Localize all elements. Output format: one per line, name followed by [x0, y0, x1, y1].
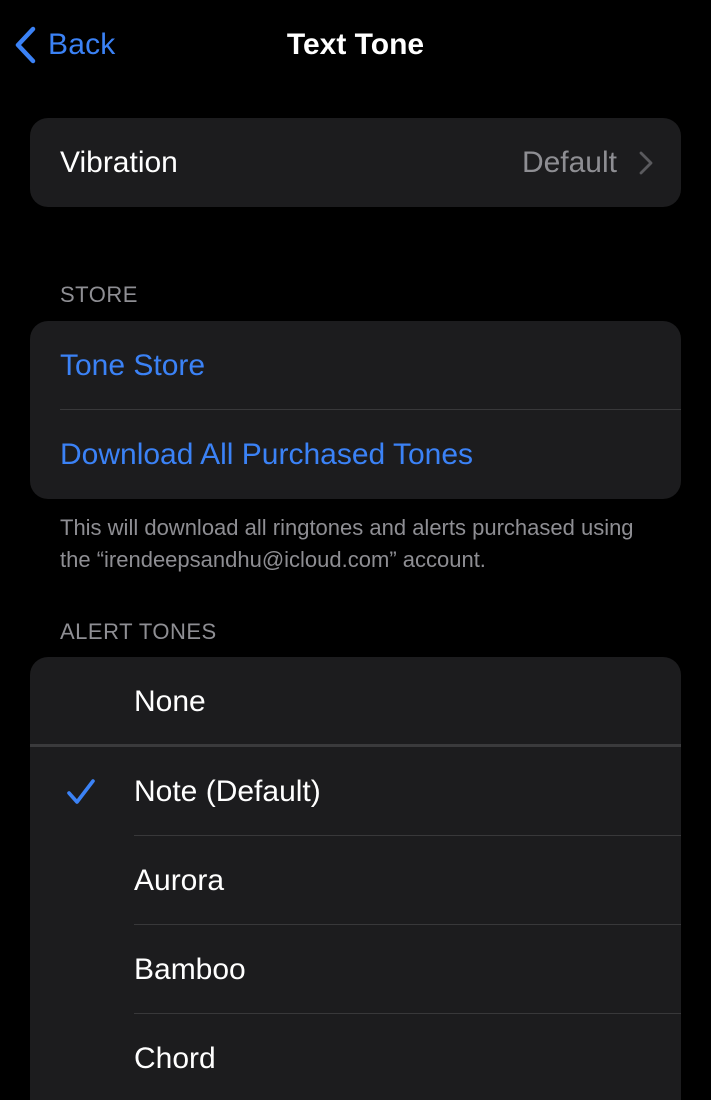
- text-tone-screen: Back Text Tone Vibration Default STORE T…: [0, 0, 711, 1100]
- back-button-label: Back: [48, 28, 116, 61]
- tone-row-aurora[interactable]: Aurora: [30, 836, 681, 925]
- vibration-group: Vibration Default: [30, 118, 681, 207]
- tone-label: Chord: [134, 1041, 216, 1075]
- chevron-right-icon: [639, 151, 653, 174]
- tone-label: None: [134, 685, 206, 718]
- vibration-label: Vibration: [60, 145, 178, 179]
- tone-row-bamboo[interactable]: Bamboo: [30, 925, 681, 1014]
- tone-label: Note (Default): [134, 774, 321, 808]
- tone-store-row[interactable]: Tone Store: [30, 321, 681, 410]
- tone-label: Aurora: [134, 863, 225, 897]
- vibration-value: Default: [521, 145, 617, 179]
- back-button[interactable]: Back: [14, 22, 116, 68]
- store-section-header: STORE: [60, 282, 138, 307]
- store-group: Tone Store Download All Purchased Tones: [30, 321, 681, 499]
- vibration-row[interactable]: Vibration Default: [30, 118, 681, 207]
- alert-tones-group: None Note (Default) Aurora Bamboo Chord: [30, 657, 681, 1100]
- store-footer-note: This will download all ringtones and ale…: [60, 515, 634, 572]
- tone-row-none[interactable]: None: [30, 657, 681, 747]
- navigation-bar: Back Text Tone: [0, 0, 711, 92]
- tone-label: Bamboo: [134, 952, 246, 986]
- tone-row-chord[interactable]: Chord: [30, 1014, 681, 1100]
- download-all-purchased-link[interactable]: Download All Purchased Tones: [60, 438, 473, 472]
- alert-tones-section-header: ALERT TONES: [60, 619, 217, 644]
- tone-store-link[interactable]: Tone Store: [60, 349, 205, 383]
- tone-row-note[interactable]: Note (Default): [30, 747, 681, 836]
- chevron-left-icon: [15, 26, 36, 64]
- download-purchased-row[interactable]: Download All Purchased Tones: [30, 410, 681, 499]
- checkmark-icon: [67, 778, 95, 804]
